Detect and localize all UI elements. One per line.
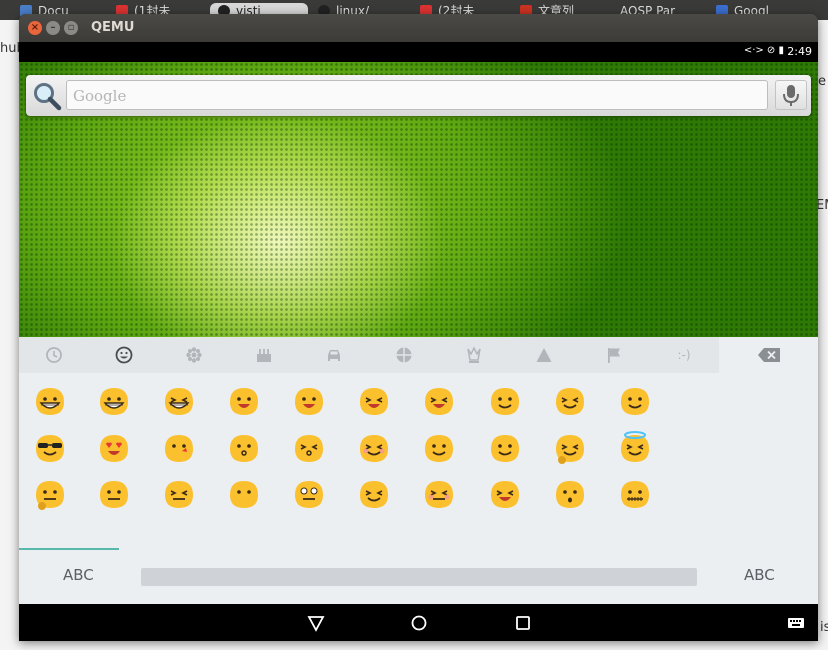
minimize-button[interactable]: – (46, 21, 60, 35)
emoji-key[interactable] (162, 384, 196, 418)
category-nature[interactable] (159, 337, 229, 373)
car-icon (328, 350, 340, 361)
status-time: 2:49 (787, 45, 812, 58)
page-text-fragment: is (820, 620, 828, 635)
search-icon[interactable] (32, 81, 62, 111)
google-search-widget: Google (26, 75, 811, 116)
emoji-key[interactable] (97, 477, 131, 511)
emoji-key[interactable] (227, 384, 261, 418)
status-bar: <·> ⊘ ▮ 2:49 (19, 42, 818, 62)
emoji-key[interactable] (227, 477, 261, 511)
emoji-key[interactable] (33, 384, 67, 418)
emoji-grid (19, 373, 719, 548)
smiley-icon (115, 346, 133, 364)
emoji-key[interactable] (33, 477, 67, 511)
category-places[interactable] (369, 337, 439, 373)
close-button[interactable]: × (28, 21, 42, 35)
emoji-key[interactable] (292, 384, 326, 418)
emoji-key[interactable] (357, 431, 391, 465)
category-smileys[interactable] (89, 337, 159, 373)
qemu-window: × – ▫ QEMU <·> ⊘ ▮ 2:49 Google:-) ABC A… (19, 14, 818, 641)
emoji-key[interactable] (292, 431, 326, 465)
category-recent[interactable] (19, 337, 89, 373)
window-titlebar[interactable]: × – ▫ QEMU (19, 14, 818, 42)
flag-icon (608, 348, 620, 363)
abc-key-right[interactable]: ABC (744, 566, 775, 584)
category-shapes[interactable] (509, 337, 579, 373)
android-screen: <·> ⊘ ▮ 2:49 Google:-) ABC ABC (19, 42, 818, 641)
keyboard-switch-icon[interactable] (787, 612, 805, 634)
emoji-key[interactable] (162, 431, 196, 465)
emoji-key[interactable] (618, 477, 652, 511)
emoji-key[interactable] (422, 431, 456, 465)
emoji-key[interactable] (488, 431, 522, 465)
emoji-key[interactable] (357, 384, 391, 418)
emoji-key[interactable] (618, 384, 652, 418)
emoji-category-bar: :-) (19, 337, 719, 373)
emoji-keyboard: :-) ABC ABC (19, 337, 818, 604)
backspace-icon (757, 348, 780, 362)
back-icon[interactable] (305, 612, 327, 634)
emoji-key[interactable] (162, 477, 196, 511)
emoji-key[interactable] (553, 384, 587, 418)
recent-icon (46, 347, 62, 363)
emoji-key[interactable] (618, 431, 652, 465)
microphone-icon (783, 85, 799, 106)
emoji-key[interactable] (357, 477, 391, 511)
globe-icon (396, 347, 412, 363)
emoji-key[interactable] (422, 384, 456, 418)
space-bar[interactable] (141, 568, 697, 586)
navigation-bar (19, 604, 818, 641)
cake-icon (257, 349, 271, 362)
category-travel[interactable] (299, 337, 369, 373)
flower-icon (186, 347, 202, 363)
emoji-key[interactable] (553, 431, 587, 465)
emoji-key[interactable] (488, 384, 522, 418)
search-input[interactable]: Google (66, 80, 768, 110)
home-icon[interactable] (408, 612, 430, 634)
window-title: QEMU (91, 20, 135, 35)
emoji-key[interactable] (553, 477, 587, 511)
emoji-key[interactable] (488, 477, 522, 511)
page-indicator (19, 548, 119, 550)
category-symbols[interactable] (439, 337, 509, 373)
emoji-key[interactable] (227, 431, 261, 465)
emoji-key[interactable] (97, 431, 131, 465)
chess-icon (467, 346, 481, 363)
emoji-key[interactable] (422, 477, 456, 511)
recents-icon[interactable] (512, 612, 534, 634)
emoji-key[interactable] (97, 384, 131, 418)
status-icons: <·> ⊘ ▮ (743, 45, 784, 56)
category-emoticons[interactable]: :-) (649, 337, 719, 373)
triangle-icon (536, 348, 552, 362)
emoji-key[interactable] (292, 477, 326, 511)
emoji-key[interactable] (33, 431, 67, 465)
voice-search-button[interactable] (775, 80, 807, 110)
keyboard-bottom-bar: ABC ABC (19, 548, 818, 604)
page-text-fragment: e (818, 74, 826, 89)
maximize-button[interactable]: ▫ (64, 21, 78, 35)
category-objects[interactable] (229, 337, 299, 373)
abc-key-left[interactable]: ABC (63, 566, 94, 584)
delete-key[interactable] (719, 337, 818, 373)
category-flags[interactable] (579, 337, 649, 373)
